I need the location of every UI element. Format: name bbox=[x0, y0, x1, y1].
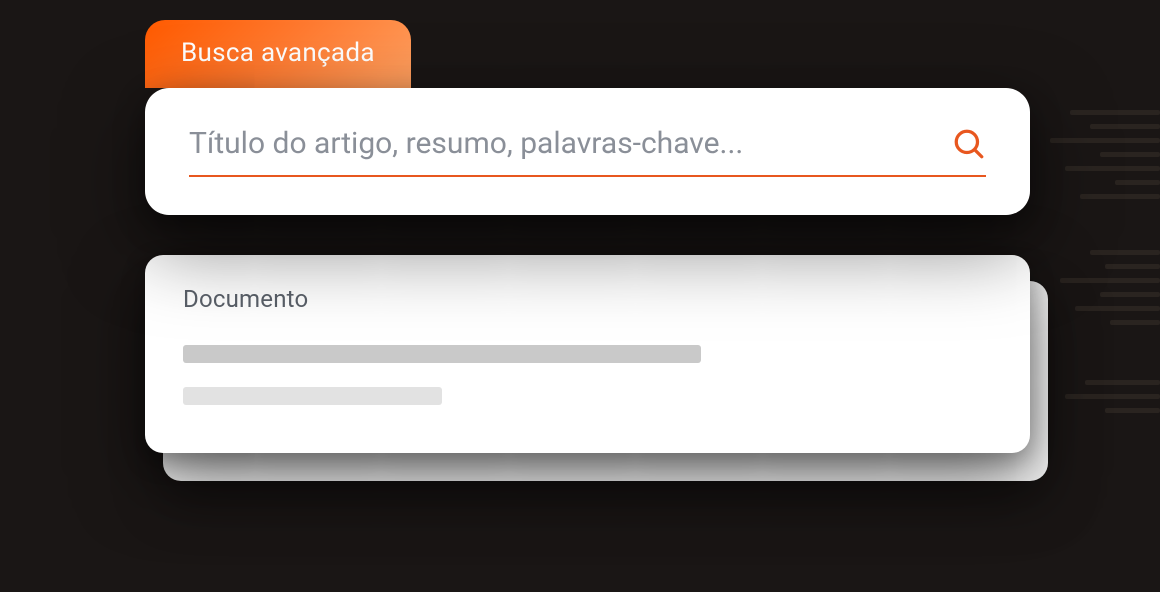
search-field bbox=[189, 126, 986, 177]
search-card bbox=[145, 88, 1030, 215]
skeleton-line bbox=[183, 345, 701, 363]
search-widget: Busca avançada Documento bbox=[145, 20, 1030, 453]
background-decoration bbox=[1040, 100, 1160, 500]
result-card[interactable]: Documento bbox=[145, 255, 1030, 453]
advanced-search-tab[interactable]: Busca avançada bbox=[145, 20, 411, 88]
results-stack: Documento bbox=[145, 255, 1030, 453]
search-input[interactable] bbox=[189, 126, 932, 161]
result-type-label: Documento bbox=[183, 285, 992, 313]
search-icon[interactable] bbox=[952, 127, 986, 161]
tab-label: Busca avançada bbox=[181, 38, 375, 68]
skeleton-line bbox=[183, 387, 442, 405]
